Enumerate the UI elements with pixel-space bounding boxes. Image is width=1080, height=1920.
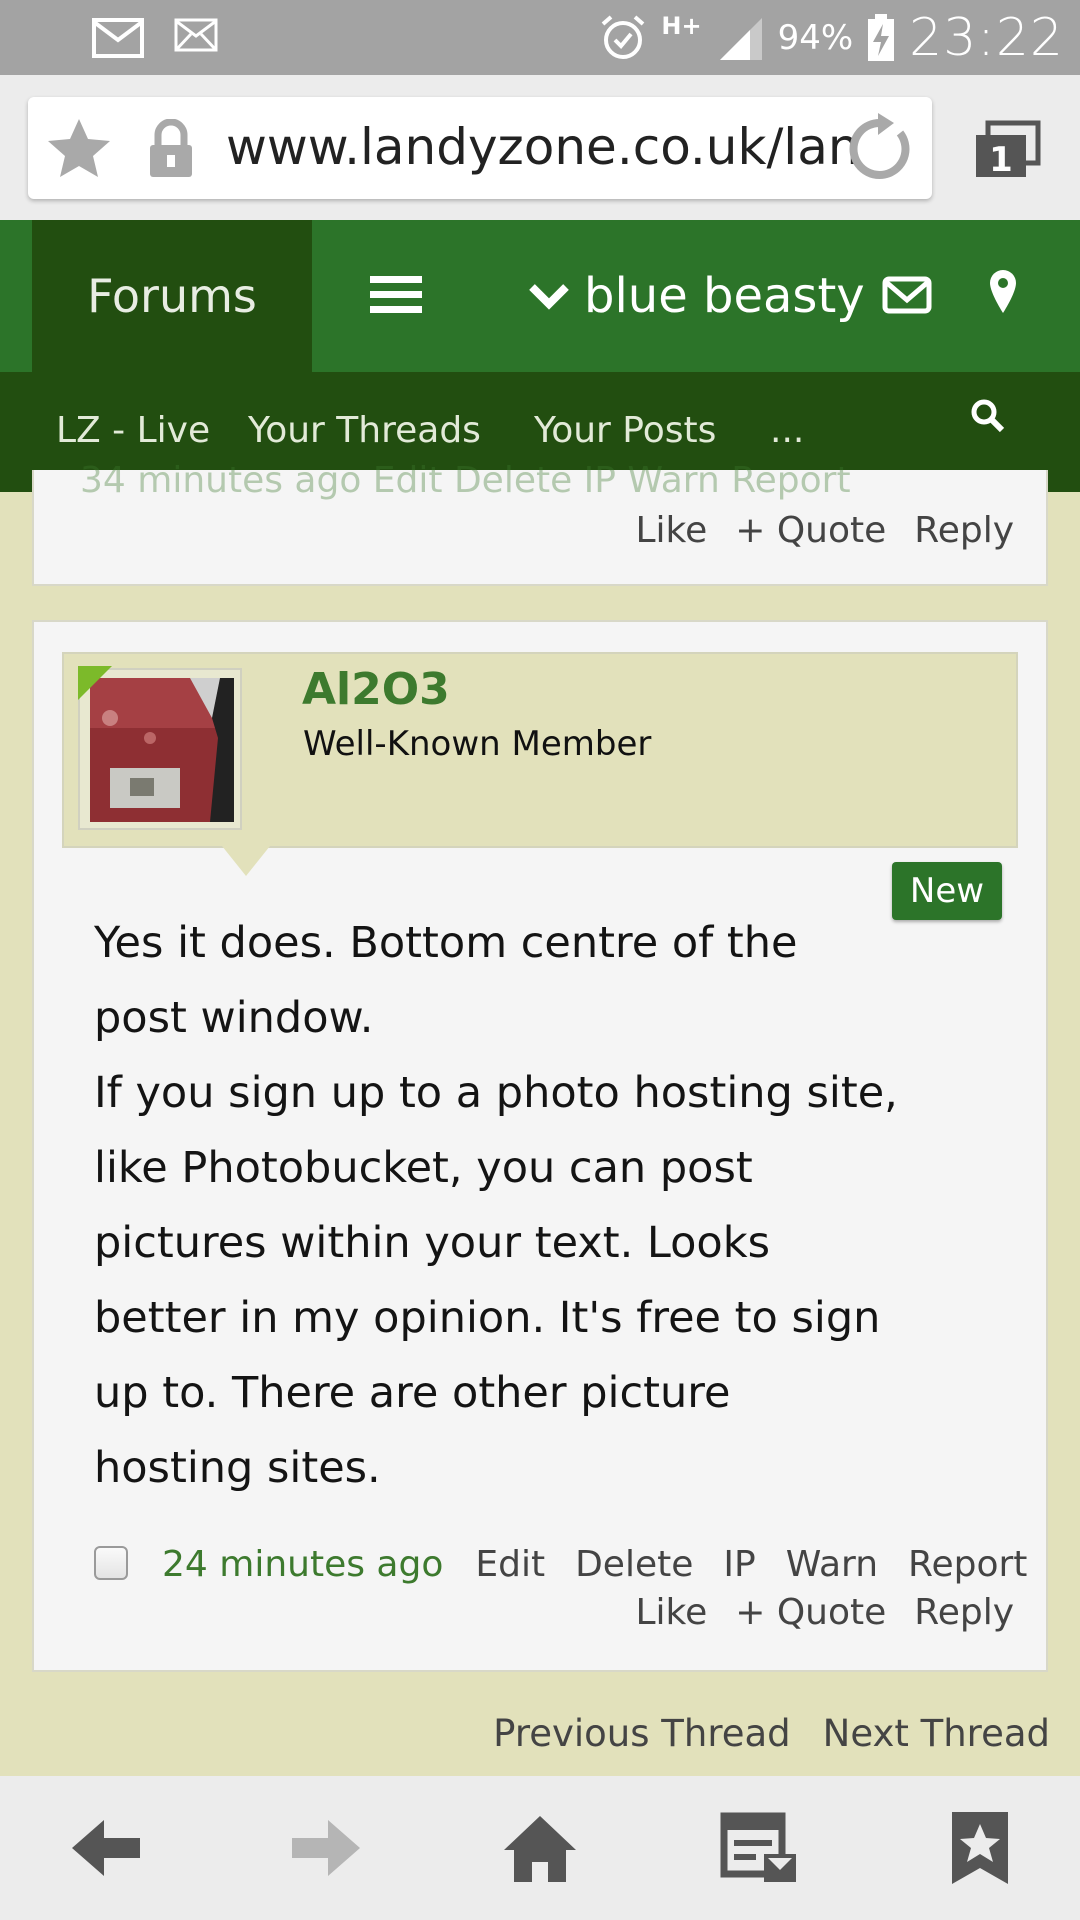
subnav-your-posts[interactable]: Your Posts <box>534 410 716 451</box>
reply-link[interactable]: Reply <box>914 1592 1014 1633</box>
report-link[interactable]: Report <box>908 1544 1027 1585</box>
post-author[interactable]: Al2O3 <box>302 664 450 715</box>
reading-list-icon[interactable] <box>720 1812 800 1884</box>
home-icon[interactable] <box>500 1812 580 1884</box>
post-message: Yes it does. Bottom centre of the post w… <box>94 906 914 1506</box>
ip-link[interactable]: IP <box>723 1544 755 1585</box>
author-title: Well-Known Member <box>303 724 652 764</box>
signal-icon <box>719 18 762 60</box>
post-meta-row: 24 minutes ago Edit Delete IP Warn Repor… <box>162 1544 1027 1585</box>
previous-thread-link[interactable]: Previous Thread <box>493 1712 791 1755</box>
location-pin-icon[interactable] <box>988 268 1018 322</box>
user-info-pointer <box>222 846 270 876</box>
back-arrow-icon[interactable] <box>68 1812 148 1884</box>
chevron-down-icon <box>529 284 569 310</box>
search-icon[interactable] <box>970 398 1006 436</box>
alarm-icon <box>602 15 645 59</box>
email-icon <box>174 18 218 52</box>
message-line: post window. <box>94 993 374 1043</box>
envelope-icon[interactable] <box>882 270 932 320</box>
subnav-your-threads[interactable]: Your Threads <box>248 410 481 451</box>
notification-icons <box>92 18 218 58</box>
user-menu[interactable]: blue beasty <box>528 264 865 328</box>
like-link[interactable]: Like <box>635 1592 707 1633</box>
edit-link[interactable]: Edit <box>475 1544 545 1585</box>
message-line: hosting sites. <box>94 1443 381 1493</box>
clock: 23:22 <box>909 8 1064 68</box>
quote-link[interactable]: + Quote <box>735 510 886 551</box>
url-text[interactable]: www.landyzone.co.uk/lan <box>226 115 856 179</box>
status-bar: H+ 94% 23:22 <box>0 0 1080 75</box>
subnav-more[interactable]: ... <box>770 410 804 451</box>
address-bar[interactable]: www.landyzone.co.uk/lan <box>28 97 932 199</box>
message-line: pictures within your text. Looks <box>94 1218 771 1268</box>
delete-link[interactable]: Delete <box>575 1544 693 1585</box>
battery-charging-icon <box>868 14 895 61</box>
hamburger-menu-icon[interactable] <box>368 270 424 320</box>
tabs-icon[interactable]: 1 <box>970 119 1042 179</box>
main-nav: Forums blue beasty <box>0 220 1080 372</box>
forward-arrow-icon[interactable] <box>284 1812 364 1884</box>
lock-icon <box>150 119 192 177</box>
battery-percent: 94% <box>777 18 854 58</box>
username-label: blue beasty <box>584 268 865 324</box>
previous-post-meta: 34 minutes ago Edit Delete IP Warn Repor… <box>80 460 851 501</box>
reply-link[interactable]: Reply <box>914 510 1014 551</box>
message-line: up to. There are other picture <box>94 1368 731 1418</box>
select-post-checkbox[interactable] <box>94 1546 128 1580</box>
thread-navigation: Previous Thread Next Thread <box>493 1712 1050 1755</box>
browser-toolbar: www.landyzone.co.uk/lan 1 <box>0 75 1080 220</box>
online-indicator <box>78 666 112 700</box>
message-line: If you sign up to a photo hosting site, <box>94 1068 898 1118</box>
bookmarks-icon[interactable] <box>940 1812 1020 1884</box>
previous-post-actions: Like + Quote Reply <box>635 510 1014 551</box>
nav-forums-tab[interactable]: Forums <box>32 220 312 372</box>
post-actions: Like + Quote Reply <box>635 1592 1014 1633</box>
browser-bottom-bar <box>0 1776 1080 1920</box>
tab-count: 1 <box>989 140 1013 179</box>
warn-link[interactable]: Warn <box>786 1544 878 1585</box>
post-time[interactable]: 24 minutes ago <box>162 1544 443 1585</box>
bookmark-star-icon[interactable] <box>46 117 112 179</box>
like-link[interactable]: Like <box>635 510 707 551</box>
message-line: Yes it does. Bottom centre of the <box>94 918 798 968</box>
message-line: like Photobucket, you can post <box>94 1143 753 1193</box>
reload-icon[interactable] <box>844 113 916 185</box>
message-line: better in my opinion. It's free to sign <box>94 1293 881 1343</box>
gmail-icon <box>92 18 144 58</box>
network-type: H+ <box>661 12 702 40</box>
quote-link[interactable]: + Quote <box>735 1592 886 1633</box>
next-thread-link[interactable]: Next Thread <box>823 1712 1050 1755</box>
subnav-lz-live[interactable]: LZ - Live <box>56 410 210 451</box>
